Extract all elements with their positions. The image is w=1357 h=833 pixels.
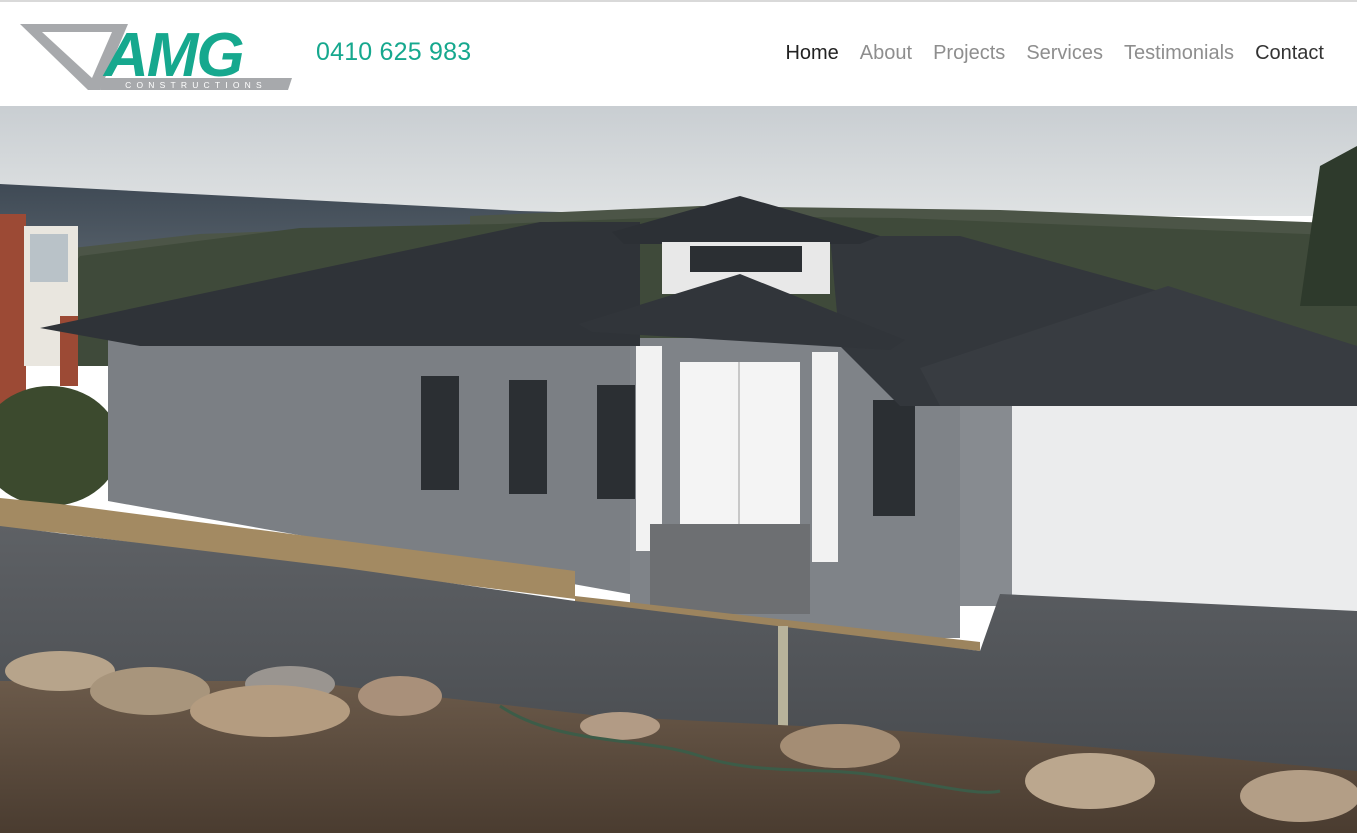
- nav-home[interactable]: Home: [785, 42, 838, 65]
- nav-contact[interactable]: Contact: [1255, 42, 1324, 65]
- main-nav: Home About Projects Services Testimonial…: [785, 42, 1324, 65]
- nav-services[interactable]: Services: [1026, 42, 1103, 65]
- phone-number[interactable]: 0410 625 983: [316, 38, 471, 67]
- amg-logo[interactable]: CONSTRUCTIONS AMG: [20, 20, 300, 92]
- hero-photo: [0, 106, 1357, 833]
- nav-about[interactable]: About: [860, 42, 912, 65]
- nav-projects[interactable]: Projects: [933, 42, 1005, 65]
- svg-text:AMG: AMG: [102, 21, 243, 90]
- site-header: CONSTRUCTIONS AMG 0410 625 983 Home Abou…: [0, 0, 1357, 106]
- nav-testimonials[interactable]: Testimonials: [1124, 42, 1234, 65]
